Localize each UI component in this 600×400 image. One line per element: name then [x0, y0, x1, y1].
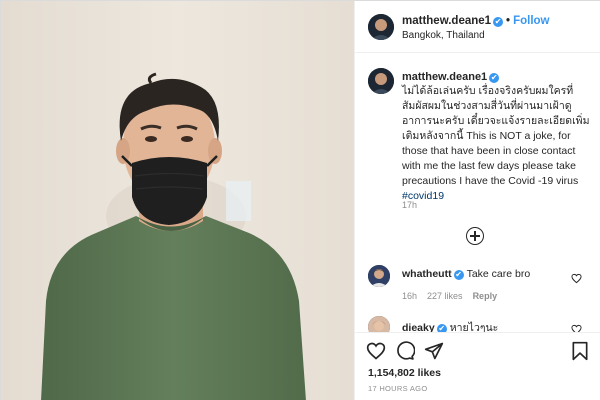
- comment-likes[interactable]: 227 likes: [427, 291, 463, 301]
- caption-avatar[interactable]: [368, 68, 394, 94]
- share-icon: [424, 342, 444, 360]
- save-button[interactable]: [570, 341, 590, 361]
- avatar-icon: [368, 316, 390, 332]
- comment-avatar[interactable]: [368, 265, 390, 287]
- verified-badge-icon: ✔: [436, 324, 447, 332]
- avatar-icon: [368, 68, 394, 94]
- verified-badge-icon: ✔: [489, 73, 500, 83]
- comment-username-link[interactable]: dieaky: [402, 322, 435, 332]
- comment-username-row: dieaky ✔ หายไวๆนะ: [402, 319, 498, 332]
- comment-button[interactable]: [395, 341, 415, 361]
- avatar-icon: [368, 265, 390, 287]
- comment-time: 16h: [402, 291, 418, 301]
- caption-username-row: matthew.deane1 ✔: [402, 71, 500, 83]
- bookmark-icon: [572, 341, 588, 361]
- comment-avatar[interactable]: [368, 316, 390, 332]
- instagram-post: matthew.deane1 ✔ • Follow Bangkok, Thailand…: [0, 0, 600, 400]
- location-link[interactable]: Bangkok, Thailand: [402, 30, 485, 41]
- comment-item: dieaky ✔ หายไวๆนะ: [355, 316, 600, 332]
- comment-text: Take care bro: [466, 268, 531, 280]
- verified-badge-icon: ✔: [493, 17, 504, 27]
- comment-icon: [397, 341, 415, 360]
- post-photo[interactable]: [1, 1, 354, 400]
- comment-username-row: whatheutt ✔ Take care bro: [402, 268, 530, 280]
- caption-text: ไม่ได้ล้อเล่นครับ เรื่องจริงครับผมใครที่…: [402, 85, 590, 187]
- load-more-comments-plus-circle-icon[interactable]: [466, 227, 484, 245]
- comment-item: whatheutt ✔ Take care bro 16h 227 likes Repl…: [355, 265, 600, 305]
- post-actions-bar: 1,154,802 likes 17 HOURS AGO: [355, 332, 600, 400]
- verified-badge-icon: ✔: [453, 270, 464, 280]
- reply-button[interactable]: Reply: [473, 291, 498, 301]
- post-timestamp: 17 HOURS AGO: [368, 384, 428, 393]
- username-link[interactable]: matthew.deane1: [402, 15, 491, 27]
- comment-like-heart-icon[interactable]: [571, 273, 582, 284]
- heart-icon: [366, 342, 386, 360]
- comment-meta: 16h 227 likes Reply: [402, 291, 507, 301]
- profile-avatar[interactable]: [368, 14, 394, 40]
- caption-text-block: ไม่ได้ล้อเล่นครับ เรื่องจริงครับผมใครที่…: [402, 84, 594, 204]
- comment-username-link[interactable]: whatheutt: [402, 268, 452, 280]
- comment-like-heart-icon[interactable]: [571, 324, 582, 332]
- header-username-row: matthew.deane1 ✔ • Follow: [402, 15, 550, 27]
- separator-dot: •: [506, 15, 511, 27]
- post-header: matthew.deane1 ✔ • Follow Bangkok, Thailand: [355, 1, 600, 53]
- caption-username-link[interactable]: matthew.deane1: [402, 71, 487, 83]
- share-button[interactable]: [424, 341, 444, 361]
- post-photo-image: [1, 1, 354, 400]
- post-sidebar: matthew.deane1 ✔ • Follow Bangkok, Thailand…: [354, 1, 600, 400]
- like-button[interactable]: [366, 341, 386, 361]
- avatar-icon: [368, 14, 394, 40]
- caption-timestamp: 17h: [402, 200, 418, 210]
- post-likes-count[interactable]: 1,154,802 likes: [368, 367, 441, 379]
- comment-text: หายไวๆนะ: [449, 322, 499, 332]
- follow-button[interactable]: Follow: [513, 15, 549, 27]
